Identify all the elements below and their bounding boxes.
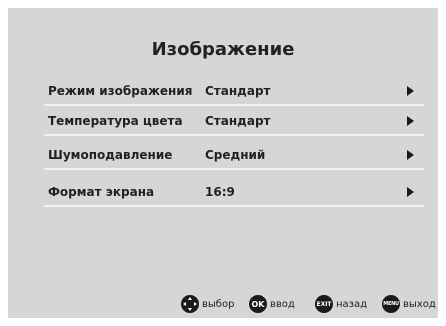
menu-item-value: 16:9	[205, 185, 235, 199]
menu-item-value: Стандарт	[205, 84, 271, 98]
legend-exit: MENU выход	[382, 294, 436, 314]
ok-button-icon: OK	[249, 295, 267, 313]
osd-menu-panel: Изображение Режим изображения Стандарт Т…	[8, 8, 438, 318]
legend-exit-label: выход	[403, 298, 436, 310]
row-separator	[44, 134, 424, 136]
menu-item-value: Средний	[205, 148, 266, 162]
menu-item-noise-reduction[interactable]: Шумоподавление Средний	[44, 142, 424, 170]
row-separator	[44, 168, 424, 170]
menu-item-label: Температура цвета	[48, 114, 183, 128]
menu-item-label: Шумоподавление	[48, 148, 173, 162]
legend-enter-label: ввод	[270, 298, 295, 310]
menu-item-aspect-ratio[interactable]: Формат экрана 16:9	[44, 179, 424, 207]
legend-select-label: выбор	[202, 298, 235, 310]
chevron-right-icon[interactable]	[407, 150, 414, 160]
menu-item-value: Стандарт	[205, 114, 271, 128]
row-separator	[44, 104, 424, 106]
menu-item-label: Формат экрана	[48, 185, 155, 199]
legend-select: выбор	[181, 294, 234, 314]
menu-item-label: Режим изображения	[48, 84, 193, 98]
menu-item-color-temperature[interactable]: Температура цвета Стандарт	[44, 108, 424, 136]
row-separator	[44, 205, 424, 207]
menu-title: Изображение	[151, 39, 295, 60]
exit-button-icon: EXIT	[315, 295, 333, 313]
chevron-right-icon[interactable]	[407, 187, 414, 197]
legend-enter: OK ввод	[249, 294, 295, 314]
chevron-right-icon[interactable]	[407, 116, 414, 126]
menu-item-picture-mode[interactable]: Режим изображения Стандарт	[44, 78, 424, 106]
legend-back: EXIT назад	[315, 294, 367, 314]
legend-back-label: назад	[336, 298, 368, 310]
menu-button-icon: MENU	[382, 295, 400, 313]
dpad-icon	[181, 295, 199, 313]
chevron-right-icon[interactable]	[407, 86, 414, 96]
